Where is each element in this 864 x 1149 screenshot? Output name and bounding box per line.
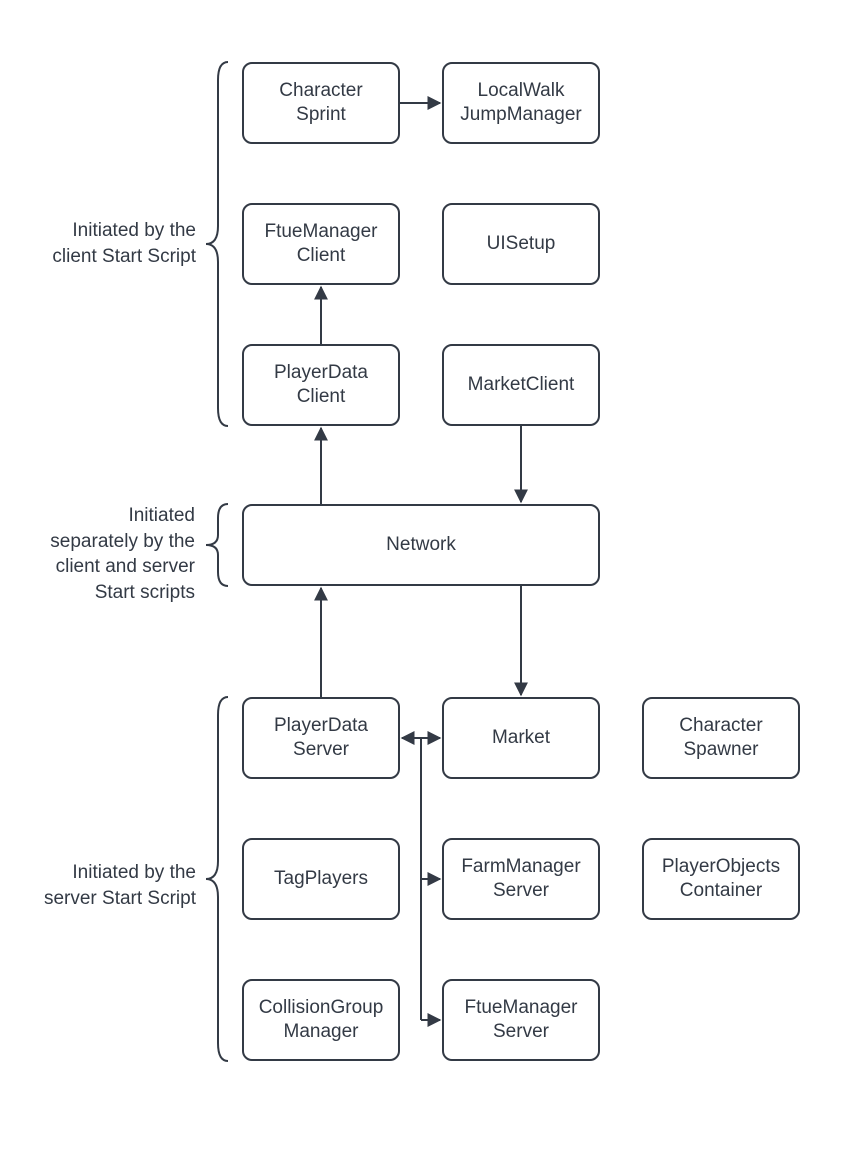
node-ftuemanager-server: FtueManagerServer — [442, 979, 600, 1061]
node-character-spawner: CharacterSpawner — [642, 697, 800, 779]
node-playerdata-client: PlayerDataClient — [242, 344, 400, 426]
node-tagplayers: TagPlayers — [242, 838, 400, 920]
node-playerobjects-container: PlayerObjectsContainer — [642, 838, 800, 920]
node-market: Market — [442, 697, 600, 779]
node-collisiongroup-manager: CollisionGroupManager — [242, 979, 400, 1061]
node-farmmanager-server: FarmManagerServer — [442, 838, 600, 920]
label-network-section: Initiatedseparately by theclient and ser… — [30, 503, 195, 606]
diagram-canvas: Initiated by theclient Start Script Init… — [0, 0, 864, 1149]
label-server-section: Initiated by theserver Start Script — [2, 860, 196, 911]
node-market-client: MarketClient — [442, 344, 600, 426]
node-network: Network — [242, 504, 600, 586]
node-character-sprint: CharacterSprint — [242, 62, 400, 144]
node-ftuemanager-client: FtueManagerClient — [242, 203, 400, 285]
node-localwalk-jumpmanager: LocalWalkJumpManager — [442, 62, 600, 144]
label-client-section: Initiated by theclient Start Script — [2, 218, 196, 269]
node-playerdata-server: PlayerDataServer — [242, 697, 400, 779]
node-uisetup: UISetup — [442, 203, 600, 285]
